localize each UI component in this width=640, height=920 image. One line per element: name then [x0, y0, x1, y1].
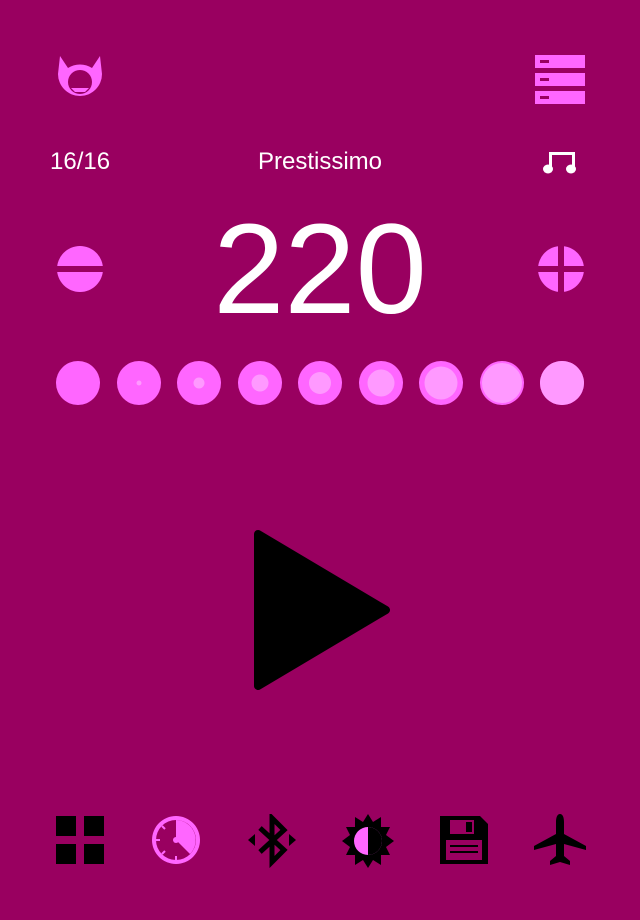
- beat-dot: [480, 361, 524, 405]
- beat-dot-fill: [482, 363, 522, 403]
- grid-icon[interactable]: [54, 814, 106, 868]
- plus-circle-icon[interactable]: [538, 246, 584, 292]
- save-icon[interactable]: [438, 814, 490, 868]
- beat-dot-fill: [540, 361, 584, 405]
- beat-indicator-row: [56, 361, 584, 405]
- beat-dot-fill: [251, 374, 269, 392]
- beat-dot: [177, 361, 221, 405]
- beat-dot-fill: [424, 366, 458, 400]
- beat-dot-fill: [136, 380, 142, 386]
- brightness-icon[interactable]: [342, 814, 394, 868]
- beat-dot-fill: [309, 372, 331, 394]
- beat-dot: [419, 361, 463, 405]
- bluetooth-icon[interactable]: [246, 814, 298, 868]
- server-list-icon[interactable]: [535, 55, 585, 105]
- beat-dot: [56, 361, 100, 405]
- airplane-icon[interactable]: [534, 814, 586, 868]
- devil-logo-icon[interactable]: [54, 54, 106, 106]
- beat-dot: [540, 361, 584, 405]
- music-note-icon[interactable]: [541, 150, 579, 174]
- beat-dot-fill: [367, 369, 395, 397]
- beat-dot: [117, 361, 161, 405]
- beat-dot: [298, 361, 342, 405]
- beat-dot: [359, 361, 403, 405]
- beat-dot-fill: [193, 377, 205, 389]
- beat-dot: [238, 361, 282, 405]
- play-icon[interactable]: [250, 530, 392, 690]
- timer-icon[interactable]: [150, 814, 202, 868]
